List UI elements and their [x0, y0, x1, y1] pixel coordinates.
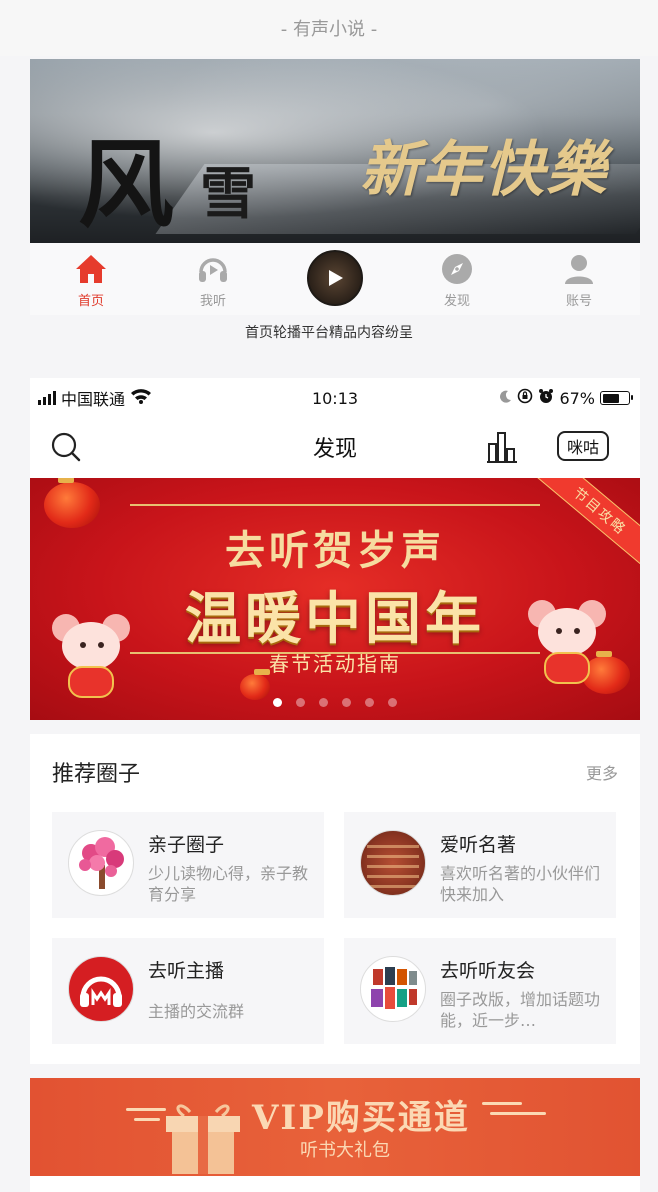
circle-card-listener-club[interactable]: 去听听友会 圈子改版，增加话题功能，近一步… [344, 938, 616, 1044]
recommended-circles-section: 推荐圈子 更多 亲子圈子 少儿读物心得，亲子教育分享 爱听名著 喜欢听名著的小伙… [30, 734, 640, 1064]
circle-name: 去听听友会 [440, 960, 536, 982]
banner-headline-1: 去听贺岁声 [225, 527, 445, 574]
carousel-dot[interactable] [388, 698, 397, 707]
ink-title-snow: 雪 [200, 161, 256, 227]
circle-description: 少儿读物心得，亲子教育分享 [148, 864, 309, 904]
vip-title: VIP购买通道 [252, 1098, 470, 1138]
carousel-dot[interactable] [296, 698, 305, 707]
bookshelf-avatar [360, 830, 426, 896]
home-icon [74, 252, 108, 286]
alarm-icon [538, 388, 554, 408]
circle-card-parenting[interactable]: 亲子圈子 少儿读物心得，亲子教育分享 [52, 812, 324, 918]
section-divider [30, 1064, 640, 1078]
section-caption-mid: 首页轮播平台精品内容纷呈 [245, 325, 413, 341]
circle-card-anchors[interactable]: 去听主播 主播的交流群 [52, 938, 324, 1044]
page-title: 发现 [312, 437, 357, 462]
circle-description: 喜欢听名著的小伙伴们快来加入 [440, 864, 601, 904]
circle-name: 亲子圈子 [148, 834, 225, 856]
battery-icon [600, 391, 633, 405]
tab-home[interactable]: 首页 [30, 243, 152, 315]
ranking-chart-icon[interactable] [486, 430, 518, 463]
migu-button[interactable]: 咪咕 [557, 431, 609, 461]
rotation-lock-icon [517, 388, 533, 408]
play-icon [307, 250, 363, 306]
section-title: 推荐圈子 [52, 762, 141, 787]
more-link[interactable]: 更多 [586, 760, 618, 784]
nav-bar: 发现 咪咕 [30, 418, 640, 476]
vip-purchase-banner[interactable]: VIP购买通道 听书大礼包 [30, 1078, 640, 1176]
banner-headline-2: 温暖中国年 [185, 586, 485, 652]
headphones-icon [196, 252, 230, 286]
user-icon [562, 252, 596, 286]
search-icon[interactable] [50, 431, 82, 463]
headphones-logo-avatar [68, 956, 134, 1022]
tab-listen-label: 我听 [199, 294, 226, 309]
ink-title-wind: 风 [78, 128, 174, 241]
decor-line [482, 1102, 522, 1105]
circle-description: 主播的交流群 [148, 1002, 245, 1021]
carousel-dot[interactable] [273, 698, 282, 707]
decor-line [134, 1118, 160, 1121]
compass-icon [440, 252, 474, 286]
tab-account-label: 账号 [565, 294, 592, 309]
battery-percent: 67% [559, 388, 595, 408]
battery-fill [602, 393, 620, 403]
discover-screen: 中国联通 10:13 67% 发现 咪咕 去听贺岁声 温暖中国年 春节活动指南 … [30, 378, 640, 1192]
circle-card-classics[interactable]: 爱听名著 喜欢听名著的小伙伴们快来加入 [344, 812, 616, 918]
carousel-dot[interactable] [319, 698, 328, 707]
circles-header: 推荐圈子 更多 [52, 756, 618, 788]
tab-player[interactable] [274, 243, 396, 315]
banner-subtitle: 春节活动指南 [269, 652, 401, 676]
carrier-label: 中国联通 [61, 390, 126, 409]
heart-tree-avatar [68, 830, 134, 896]
vip-subtitle: 听书大礼包 [300, 1140, 390, 1161]
moon-icon [498, 389, 512, 408]
tab-discover-old-label: 发现 [443, 294, 470, 309]
circle-name: 爱听名著 [440, 834, 517, 856]
old-bottom-tabbar: 首页 我听 发现 账号 [30, 243, 640, 315]
tab-discover-old[interactable]: 发现 [396, 243, 518, 315]
lantern-decoration [240, 669, 270, 700]
festival-banner-carousel[interactable]: 去听贺岁声 温暖中国年 春节活动指南 节目攻略 [30, 478, 640, 720]
carousel-indicator [30, 698, 640, 707]
tab-listen[interactable]: 我听 [152, 243, 274, 315]
circle-name: 去听主播 [148, 960, 225, 982]
new-year-banner-image[interactable]: 风 雪 新年快樂 [30, 59, 640, 243]
tab-home-label: 首页 [77, 294, 104, 309]
circle-description: 圈子改版，增加话题功能，近一步… [440, 990, 601, 1030]
section-divider [30, 720, 640, 734]
signal-icon [38, 391, 56, 405]
happy-new-year-title: 新年快樂 [360, 135, 608, 205]
tab-account[interactable]: 账号 [518, 243, 640, 315]
carousel-dot[interactable] [342, 698, 351, 707]
status-bar: 中国联通 10:13 67% [30, 378, 640, 418]
decor-line [490, 1112, 546, 1115]
collage-avatar [360, 956, 426, 1022]
carousel-dot[interactable] [365, 698, 374, 707]
wifi-icon [130, 388, 152, 408]
section-caption-top: - 有声小说 - [0, 0, 658, 56]
